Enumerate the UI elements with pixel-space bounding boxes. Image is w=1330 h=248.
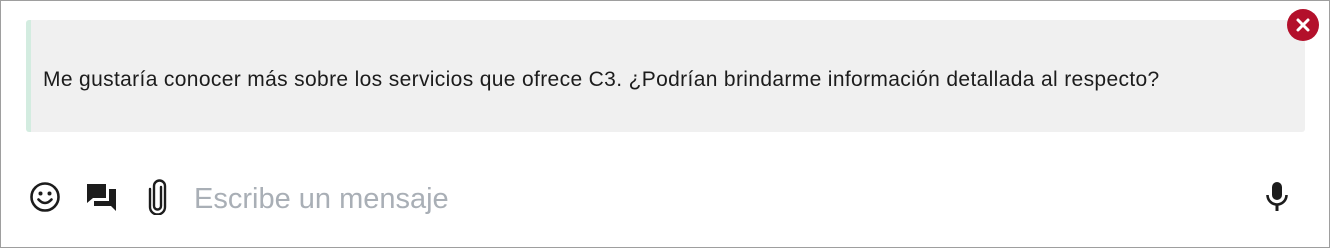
chat-composer: Me gustaría conocer más sobre los servic… bbox=[0, 0, 1330, 248]
microphone-button[interactable] bbox=[1259, 179, 1295, 215]
reply-preview: Me gustaría conocer más sobre los servic… bbox=[26, 20, 1305, 132]
attach-button[interactable] bbox=[140, 179, 176, 215]
close-reply-button[interactable] bbox=[1287, 9, 1319, 41]
microphone-icon bbox=[1266, 182, 1288, 211]
reply-preview-text: Me gustaría conocer más sobre los servic… bbox=[43, 68, 1160, 91]
emoji-button[interactable] bbox=[27, 179, 63, 215]
quick-replies-button[interactable] bbox=[84, 179, 120, 215]
close-icon bbox=[1296, 18, 1310, 32]
emoji-icon bbox=[30, 182, 60, 212]
chat-bubbles-icon bbox=[87, 184, 116, 211]
paperclip-icon bbox=[148, 179, 167, 215]
message-input[interactable] bbox=[194, 177, 1234, 221]
